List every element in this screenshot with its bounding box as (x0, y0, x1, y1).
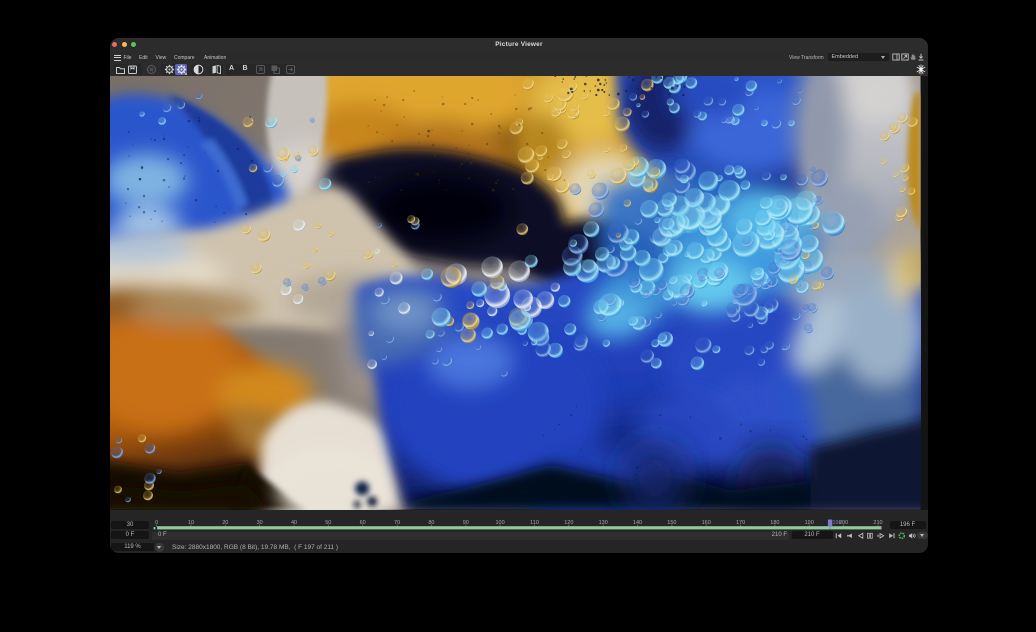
svg-text:90: 90 (463, 520, 469, 526)
svg-text:10: 10 (188, 520, 194, 526)
svg-text:180: 180 (770, 520, 779, 526)
svg-text:0: 0 (155, 520, 158, 526)
svg-text:160: 160 (702, 520, 711, 526)
svg-text:210: 210 (873, 520, 882, 526)
svg-text:130: 130 (599, 520, 608, 526)
svg-text:190: 190 (805, 520, 814, 526)
svg-text:110: 110 (530, 520, 539, 526)
svg-text:170: 170 (736, 520, 745, 526)
svg-text:140: 140 (633, 520, 642, 526)
svg-text:196: 196 (833, 520, 842, 526)
svg-text:70: 70 (394, 520, 400, 526)
svg-text:80: 80 (428, 520, 434, 526)
svg-text:50: 50 (325, 520, 331, 526)
svg-text:100: 100 (496, 520, 505, 526)
svg-text:20: 20 (222, 520, 228, 526)
svg-text:150: 150 (667, 520, 676, 526)
svg-text:40: 40 (291, 520, 297, 526)
svg-text:30: 30 (257, 520, 263, 526)
svg-text:120: 120 (564, 520, 573, 526)
svg-text:60: 60 (360, 520, 366, 526)
